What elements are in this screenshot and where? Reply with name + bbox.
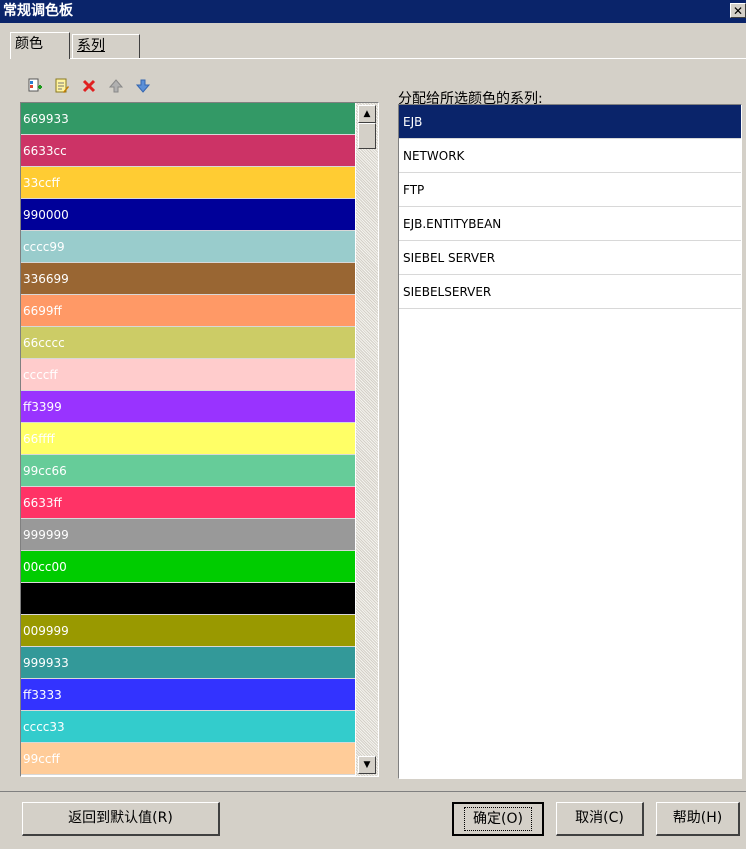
color-list[interactable]: 669933 6633cc 33ccff 990000 cccc99 336699 6699… [20,102,379,777]
color-row[interactable]: ff3333 [21,679,355,711]
color-row[interactable]: 999999 [21,519,355,551]
color-row[interactable]: cccc33 [21,711,355,743]
series-list-item[interactable]: EJB [399,105,741,139]
tab-series-label: 系列 [77,38,105,54]
title-bar: 常规调色板 ✕ [0,0,746,23]
close-button[interactable]: ✕ [730,3,746,18]
series-list-item[interactable]: EJB.ENTITYBEAN [399,207,741,241]
color-row[interactable]: 669933 [21,103,355,135]
color-row[interactable] [21,583,355,615]
color-row[interactable]: 33ccff [21,167,355,199]
color-row[interactable]: 6699ff [21,295,355,327]
scroll-down-button[interactable]: ▼ [358,756,376,774]
tab-colors[interactable]: 颜色 [10,32,70,59]
color-swatches: 669933 6633cc 33ccff 990000 cccc99 336699 6699… [21,103,355,775]
button-bar-divider [0,791,746,792]
edit-color-icon[interactable] [53,78,71,96]
color-row[interactable]: 999933 [21,647,355,679]
tab-series[interactable]: 系列 [72,34,140,59]
reset-default-button[interactable]: 返回到默认值(R) [22,802,220,836]
color-row[interactable]: 009999 [21,615,355,647]
move-up-icon[interactable] [107,78,125,96]
scroll-up-icon: ▲ [363,109,371,119]
window-title: 常规调色板 [3,3,73,19]
tab-colors-label: 颜色 [15,36,43,52]
color-row[interactable]: 99cc66 [21,455,355,487]
delete-icon[interactable] [80,78,98,96]
color-row[interactable]: ccccff [21,359,355,391]
cancel-button[interactable]: 取消(C) [556,802,644,836]
scroll-down-icon: ▼ [363,760,371,770]
series-list[interactable]: EJB NETWORK FTP EJB.ENTITYBEAN SIEBEL SERVER… [398,104,742,779]
color-row[interactable]: 6633ff [21,487,355,519]
help-button[interactable]: 帮助(H) [656,802,740,836]
color-row[interactable]: cccc99 [21,231,355,263]
scroll-up-button[interactable]: ▲ [358,105,376,123]
close-icon: ✕ [732,4,744,18]
help-label: 帮助(H) [672,810,723,826]
ok-button[interactable]: 确定(O) [452,802,544,836]
color-row[interactable]: 6633cc [21,135,355,167]
tab-panel-border [10,58,746,59]
color-row[interactable]: 990000 [21,199,355,231]
color-list-scrollbar[interactable]: ▲ ▼ [356,103,378,776]
ok-label: 确定(O) [464,807,532,831]
move-down-icon[interactable] [134,78,152,96]
color-row[interactable]: ff3399 [21,391,355,423]
add-color-icon[interactable] [26,78,44,96]
color-row[interactable]: 00cc00 [21,551,355,583]
color-row[interactable]: 336699 [21,263,355,295]
color-row[interactable]: 66ffff [21,423,355,455]
series-list-item[interactable]: FTP [399,173,741,207]
series-list-item[interactable]: SIEBELSERVER [399,275,741,309]
color-row[interactable]: 66cccc [21,327,355,359]
color-row[interactable]: 99ccff [21,743,355,775]
reset-default-label: 返回到默认值(R) [68,810,173,826]
series-list-item[interactable]: SIEBEL SERVER [399,241,741,275]
cancel-label: 取消(C) [575,810,624,826]
series-list-item[interactable]: NETWORK [399,139,741,173]
scroll-thumb[interactable] [358,123,376,149]
